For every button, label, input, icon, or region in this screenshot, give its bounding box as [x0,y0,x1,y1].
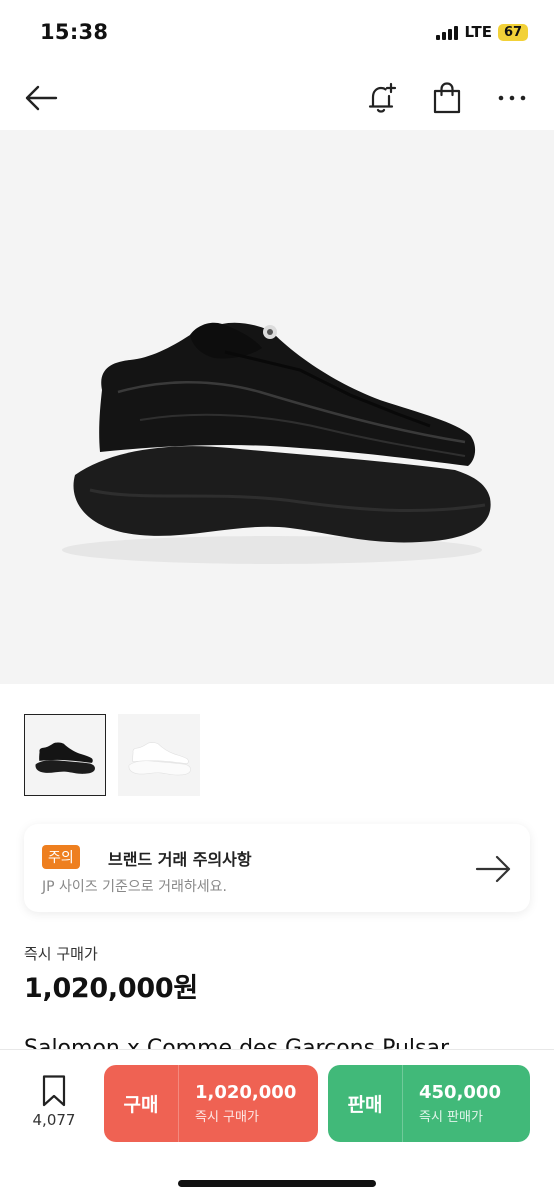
sneaker-image [62,322,491,564]
more-icon [498,95,526,101]
sell-label: 판매 [347,1094,383,1116]
thumbnail-black[interactable] [24,714,106,796]
arrow-right-icon [474,852,514,886]
more-button[interactable] [492,78,532,118]
bell-plus-icon [368,82,397,113]
buy-info: 1,020,000 즉시 구매가 [179,1082,296,1125]
home-indicator[interactable] [178,1180,376,1187]
top-nav [0,64,554,130]
arrow-left-icon [25,85,58,111]
notice-description: JP 사이즈 기준으로 거래하세요. [42,879,227,895]
bookmark-icon [42,1075,66,1107]
status-indicators: LTE 67 [436,23,528,41]
buy-sub-label: 즉시 구매가 [195,1110,259,1125]
white-sneaker-thumbnail [128,742,191,776]
signal-icon [436,24,459,40]
price-value: 1,020,000원 [24,973,198,1004]
status-bar: 15:38 LTE 67 [0,0,554,64]
back-button[interactable] [20,78,62,118]
shopping-bag-button[interactable] [427,78,467,118]
notice-title: 브랜드 거래 주의사항 [108,850,252,869]
wishlist-count: 4,077 [32,1111,76,1129]
notice-badge: 주의 [42,845,80,869]
thumbnail-list [24,714,200,796]
sell-button[interactable]: 판매 450,000 즉시 판매가 [328,1065,530,1142]
sell-sub-label: 즉시 판매가 [419,1110,483,1125]
buy-price: 1,020,000 [195,1082,297,1103]
buy-button[interactable]: 구매 1,020,000 즉시 구매가 [104,1065,318,1142]
alert-button[interactable] [362,78,402,118]
status-time: 15:38 [40,20,109,44]
black-sneaker-thumbnail [35,742,95,774]
bottom-action-bar: 4,077 구매 1,020,000 즉시 구매가 판매 450,000 즉시 … [0,1049,554,1200]
sell-info: 450,000 즉시 판매가 [403,1082,501,1125]
wishlist-button[interactable]: 4,077 [24,1074,84,1134]
battery-icon: 67 [498,23,528,41]
buy-label: 구매 [123,1094,159,1116]
sell-price: 450,000 [419,1082,501,1103]
thumbnail-white[interactable] [118,714,200,796]
shopping-bag-icon [433,82,461,114]
product-image[interactable] [0,130,554,684]
network-label: LTE [464,23,492,41]
brand-notice-card[interactable]: 주의 브랜드 거래 주의사항 JP 사이즈 기준으로 거래하세요. [24,824,530,912]
price-label: 즉시 구매가 [24,945,98,963]
